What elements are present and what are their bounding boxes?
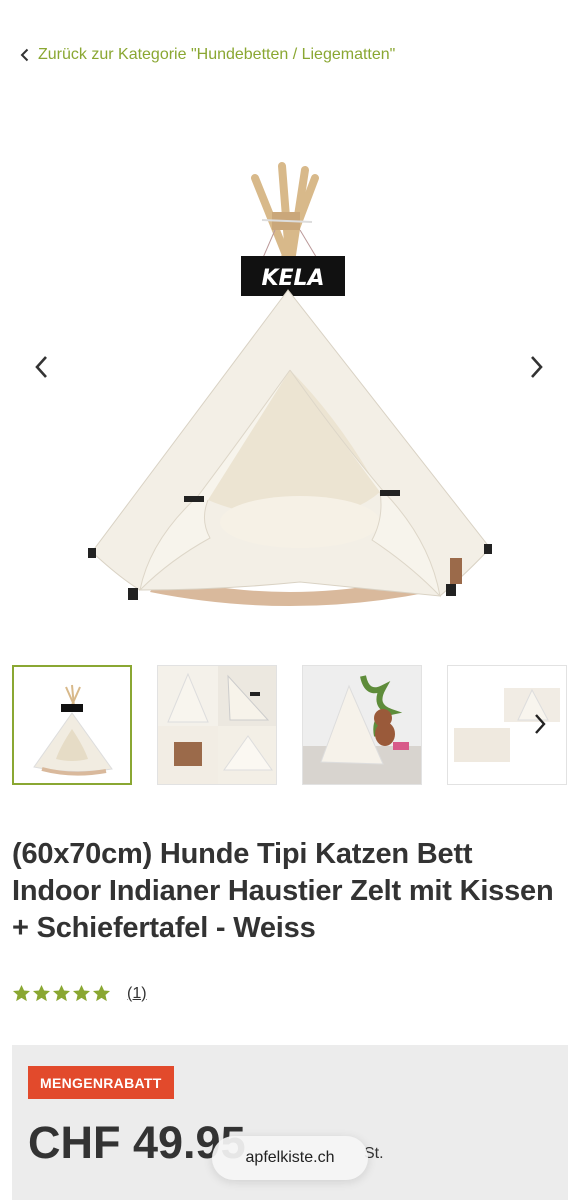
back-link-label: Zurück zur Kategorie "Hundebetten / Lieg… xyxy=(38,46,396,63)
thumbnail-next-button[interactable] xyxy=(525,709,555,739)
url-text: apfelkiste.ch xyxy=(245,1149,335,1166)
thumbnail-image xyxy=(158,666,276,784)
star-icon xyxy=(72,984,91,1002)
product-rating[interactable]: (1) xyxy=(12,984,147,1003)
top-bar-remnant xyxy=(0,0,578,8)
thumbnail-image xyxy=(303,666,421,784)
carousel-next-button[interactable] xyxy=(522,352,552,382)
tipi-sign-text: KELA xyxy=(261,266,324,291)
chevron-left-icon xyxy=(18,47,30,63)
chevron-right-icon xyxy=(535,714,546,734)
review-count-link[interactable]: (1) xyxy=(127,985,147,1003)
product-image: KELA xyxy=(88,162,492,606)
thumbnail-1[interactable] xyxy=(12,665,132,785)
browser-url-bar[interactable]: apfelkiste.ch xyxy=(212,1136,368,1180)
star-icon xyxy=(12,984,31,1002)
product-title: (60x70cm) Hunde Tipi Katzen Bett Indoor … xyxy=(12,838,554,944)
back-to-category-link[interactable]: Zurück zur Kategorie "Hundebetten / Lieg… xyxy=(18,46,395,64)
star-rating xyxy=(12,984,111,1003)
star-icon xyxy=(92,984,111,1002)
chevron-left-icon xyxy=(35,356,47,378)
star-icon xyxy=(32,984,51,1002)
thumbnail-2[interactable] xyxy=(157,665,277,785)
star-icon xyxy=(52,984,71,1002)
volume-discount-badge: MENGENRABATT xyxy=(28,1066,174,1099)
thumbnail-strip xyxy=(12,665,578,787)
thumbnail-3[interactable] xyxy=(302,665,422,785)
thumbnail-image xyxy=(33,684,113,776)
product-image-carousel[interactable]: KELA xyxy=(0,120,578,640)
carousel-prev-button[interactable] xyxy=(26,352,56,382)
chevron-right-icon xyxy=(531,356,543,378)
